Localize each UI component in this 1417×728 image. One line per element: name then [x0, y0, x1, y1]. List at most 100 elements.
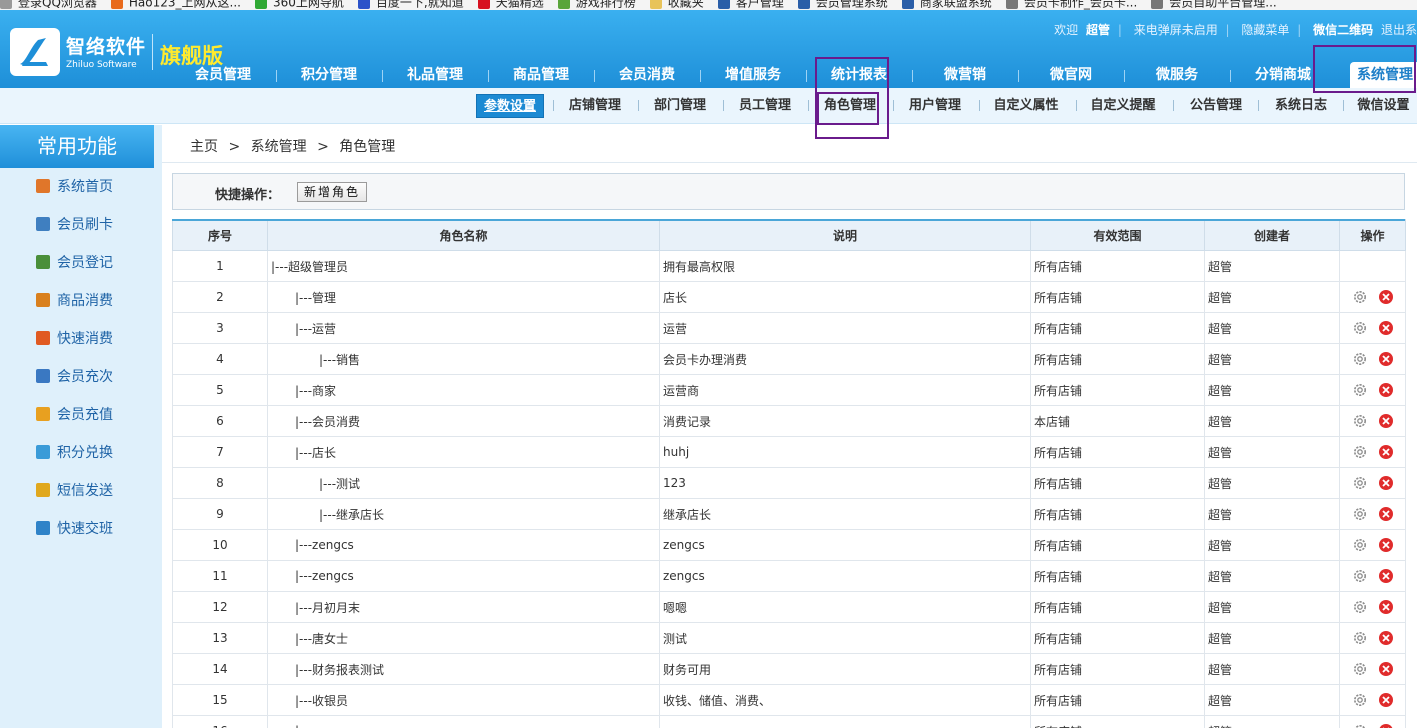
- sub-nav-item[interactable]: 角色管理: [815, 94, 885, 118]
- sub-nav-item[interactable]: 自定义属性: [986, 94, 1066, 118]
- main-nav-item[interactable]: 微营销: [912, 62, 1018, 88]
- role-name[interactable]: |---销售: [319, 353, 360, 367]
- sidebar-item[interactable]: 商品消费: [36, 290, 113, 312]
- role-name[interactable]: |---: [295, 724, 312, 728]
- role-name[interactable]: |---测试: [319, 477, 360, 491]
- delete-icon[interactable]: [1378, 289, 1394, 305]
- sub-nav-item[interactable]: 部门管理: [645, 94, 715, 118]
- edit-gear-icon[interactable]: [1352, 599, 1368, 615]
- sidebar-item[interactable]: 短信发送: [36, 480, 113, 502]
- bookmark-item[interactable]: 天猫精选: [477, 0, 544, 9]
- bookmark-item[interactable]: 会员管理系统: [797, 0, 888, 9]
- main-nav-item[interactable]: 礼品管理: [382, 62, 488, 88]
- edit-gear-icon[interactable]: [1352, 475, 1368, 491]
- sub-nav-item[interactable]: 微信设置: [1350, 94, 1417, 118]
- delete-icon[interactable]: [1378, 320, 1394, 336]
- delete-icon[interactable]: [1378, 475, 1394, 491]
- main-nav-item[interactable]: 积分管理: [276, 62, 382, 88]
- role-name[interactable]: |---运营: [295, 322, 336, 336]
- delete-icon[interactable]: [1378, 599, 1394, 615]
- sub-nav-item[interactable]: 用户管理: [900, 94, 970, 118]
- bookmark-item[interactable]: 会员卡制作_会员卡...: [1005, 0, 1137, 9]
- sub-nav-item[interactable]: 系统日志: [1265, 94, 1337, 118]
- sidebar-item[interactable]: 快速交班: [36, 518, 113, 540]
- main-nav-item[interactable]: 分销商城: [1230, 62, 1336, 88]
- delete-icon[interactable]: [1378, 692, 1394, 708]
- sidebar-item[interactable]: 会员充次: [36, 366, 113, 388]
- sidebar-item[interactable]: 会员登记: [36, 252, 113, 274]
- sidebar-item[interactable]: 积分兑换: [36, 442, 113, 464]
- role-name[interactable]: |---zengcs: [295, 569, 354, 583]
- edit-gear-icon[interactable]: [1352, 289, 1368, 305]
- bookmark-item[interactable]: 登录QQ浏览器: [0, 0, 97, 9]
- bookmark-item[interactable]: 客户管理: [717, 0, 784, 9]
- bookmark-item[interactable]: 游戏排行榜: [557, 0, 636, 9]
- role-name[interactable]: |---管理: [295, 291, 336, 305]
- sidebar-item-label: 系统首页: [57, 179, 113, 195]
- main-nav-item[interactable]: 微官网: [1018, 62, 1124, 88]
- edit-gear-icon[interactable]: [1352, 320, 1368, 336]
- delete-icon[interactable]: [1378, 537, 1394, 553]
- breadcrumb-home[interactable]: 主页: [190, 139, 218, 155]
- edit-gear-icon[interactable]: [1352, 692, 1368, 708]
- edit-gear-icon[interactable]: [1352, 630, 1368, 646]
- delete-icon[interactable]: [1378, 661, 1394, 677]
- role-name[interactable]: |---店长: [295, 446, 336, 460]
- main-nav-item[interactable]: 会员管理: [170, 62, 276, 88]
- bookmark-item[interactable]: 收藏夹: [649, 0, 704, 9]
- delete-icon[interactable]: [1378, 382, 1394, 398]
- sub-nav-item[interactable]: 店铺管理: [560, 94, 630, 118]
- edit-gear-icon[interactable]: [1352, 537, 1368, 553]
- caller-popup-status[interactable]: 来电弹屏未启用: [1134, 23, 1218, 37]
- main-nav-item[interactable]: 会员消费: [594, 62, 700, 88]
- delete-icon[interactable]: [1378, 413, 1394, 429]
- role-name[interactable]: |---唐女士: [295, 632, 348, 646]
- bookmark-item[interactable]: Hao123_上网从这...: [110, 0, 241, 9]
- role-name[interactable]: |---收银员: [295, 694, 348, 708]
- role-name[interactable]: |---月初月末: [295, 601, 360, 615]
- edit-gear-icon[interactable]: [1352, 661, 1368, 677]
- delete-icon[interactable]: [1378, 506, 1394, 522]
- bookmark-item[interactable]: 会员自助平台管理...: [1151, 0, 1277, 9]
- sub-nav-item[interactable]: 公告管理: [1180, 94, 1252, 118]
- delete-icon[interactable]: [1378, 444, 1394, 460]
- role-name[interactable]: |---zengcs: [295, 538, 354, 552]
- role-name[interactable]: |---继承店长: [319, 508, 384, 522]
- bookmark-item[interactable]: 360上网导航: [254, 0, 344, 9]
- delete-icon[interactable]: [1378, 723, 1394, 728]
- row-number-cell: 2: [172, 281, 268, 313]
- role-name[interactable]: |---商家: [295, 384, 336, 398]
- edit-gear-icon[interactable]: [1352, 351, 1368, 367]
- role-name[interactable]: |---财务报表测试: [295, 663, 384, 677]
- bookmark-item[interactable]: 商家联盟系统: [901, 0, 992, 9]
- breadcrumb-section[interactable]: 系统管理: [251, 139, 307, 155]
- wechat-qr-link[interactable]: 微信二维码: [1313, 23, 1373, 37]
- logout-link[interactable]: 退出系: [1381, 23, 1417, 37]
- bookmark-item[interactable]: 百度一下,就知道: [357, 0, 464, 9]
- delete-icon[interactable]: [1378, 630, 1394, 646]
- edit-gear-icon[interactable]: [1352, 506, 1368, 522]
- edit-gear-icon[interactable]: [1352, 382, 1368, 398]
- delete-icon[interactable]: [1378, 568, 1394, 584]
- hide-menu-link[interactable]: 隐藏菜单: [1241, 23, 1289, 37]
- main-nav-item[interactable]: 微服务: [1124, 62, 1230, 88]
- sidebar-item[interactable]: 会员刷卡: [36, 214, 113, 236]
- edit-gear-icon[interactable]: [1352, 723, 1368, 728]
- edit-gear-icon[interactable]: [1352, 568, 1368, 584]
- add-role-button[interactable]: 新增角色: [297, 182, 368, 202]
- sub-nav-item[interactable]: 参数设置: [476, 94, 544, 118]
- role-name[interactable]: |---会员消费: [295, 415, 360, 429]
- main-nav-item[interactable]: 系统管理: [1350, 62, 1417, 88]
- main-nav-item[interactable]: 商品管理: [488, 62, 594, 88]
- sidebar-item[interactable]: 会员充值: [36, 404, 113, 426]
- sidebar-item[interactable]: 快速消费: [36, 328, 113, 350]
- sub-nav-item[interactable]: 员工管理: [730, 94, 800, 118]
- main-nav-item[interactable]: 增值服务: [700, 62, 806, 88]
- edit-gear-icon[interactable]: [1352, 413, 1368, 429]
- sidebar-item[interactable]: 系统首页: [36, 176, 113, 198]
- main-nav-item[interactable]: 统计报表: [806, 62, 912, 88]
- edit-gear-icon[interactable]: [1352, 444, 1368, 460]
- delete-icon[interactable]: [1378, 351, 1394, 367]
- sub-nav-item[interactable]: 自定义提醒: [1083, 94, 1163, 118]
- role-name[interactable]: |---超级管理员: [271, 260, 348, 274]
